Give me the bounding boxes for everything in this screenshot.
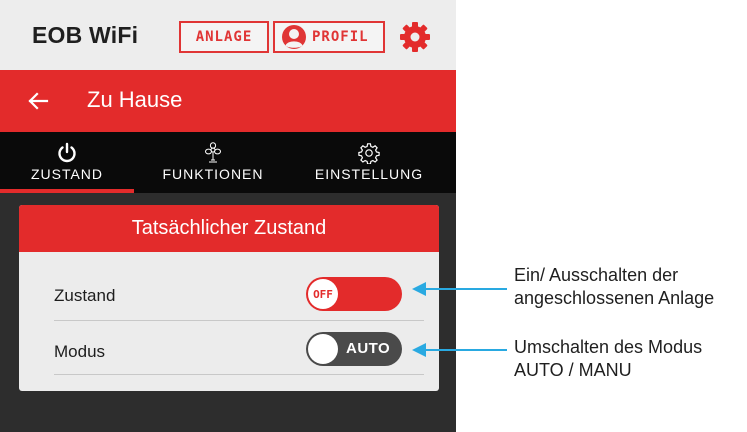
profil-button-label: PROFIL: [312, 29, 369, 45]
modus-toggle-knob: [308, 334, 338, 364]
row-divider: [54, 374, 424, 375]
power-icon: [58, 142, 76, 163]
modus-toggle[interactable]: AUTO: [306, 332, 402, 366]
status-card: Tatsächlicher Zustand Zustand OFF Modus …: [19, 205, 439, 391]
annotation-zustand-line1: Ein/ Ausschalten der: [514, 265, 679, 285]
zustand-label: Zustand: [54, 286, 116, 305]
annotation-arrow-zustand: [412, 282, 507, 296]
annotation-modus: Umschalten des Modus AUTO / MANU: [514, 336, 702, 382]
fan-icon: [205, 142, 221, 163]
zustand-toggle-knob: OFF: [308, 279, 338, 309]
row-divider: [54, 320, 424, 321]
annotation-zustand: Ein/ Ausschalten der angeschlossenen Anl…: [514, 264, 714, 310]
tab-funktionen-label: FUNKTIONEN: [162, 166, 264, 182]
tab-zustand[interactable]: ZUSTAND: [0, 132, 134, 193]
annotation-modus-line2: AUTO / MANU: [514, 360, 632, 380]
annotation-modus-line1: Umschalten des Modus: [514, 337, 703, 357]
modus-label: Modus: [54, 342, 106, 361]
card-title: Tatsächlicher Zustand: [19, 205, 439, 252]
zustand-toggle[interactable]: OFF: [306, 277, 402, 311]
profil-button[interactable]: PROFIL: [273, 21, 385, 53]
tab-einstellung-label: EINSTELLUNG: [314, 166, 424, 182]
page-title: Zu Hause: [87, 87, 183, 112]
modus-toggle-text: AUTO: [346, 340, 391, 357]
app-title: EOB WiFi: [32, 22, 139, 48]
page-header: Zu Hause: [0, 70, 456, 132]
annotation-arrow-modus: [412, 343, 507, 357]
top-bar: EOB WiFi ANLAGE PROFIL: [0, 0, 456, 70]
tab-bar: ZUSTAND FUNKTIONEN EINSTELLUNG: [0, 132, 456, 193]
app-screen: EOB WiFi ANLAGE PROFIL Zu Hause ZUSTAND …: [0, 0, 456, 432]
gear-icon: [358, 143, 380, 164]
anlage-button[interactable]: ANLAGE: [179, 21, 269, 53]
arrow-left-icon[interactable]: [26, 89, 50, 113]
active-tab-indicator: [0, 189, 134, 193]
tab-zustand-label: ZUSTAND: [30, 166, 104, 182]
gear-icon[interactable]: [398, 20, 432, 54]
tab-einstellung[interactable]: EINSTELLUNG: [282, 132, 456, 193]
tab-funktionen[interactable]: FUNKTIONEN: [150, 132, 276, 193]
annotation-zustand-line2: angeschlossenen Anlage: [514, 288, 715, 308]
anlage-button-label: ANLAGE: [195, 29, 253, 45]
avatar-icon: [282, 25, 306, 49]
